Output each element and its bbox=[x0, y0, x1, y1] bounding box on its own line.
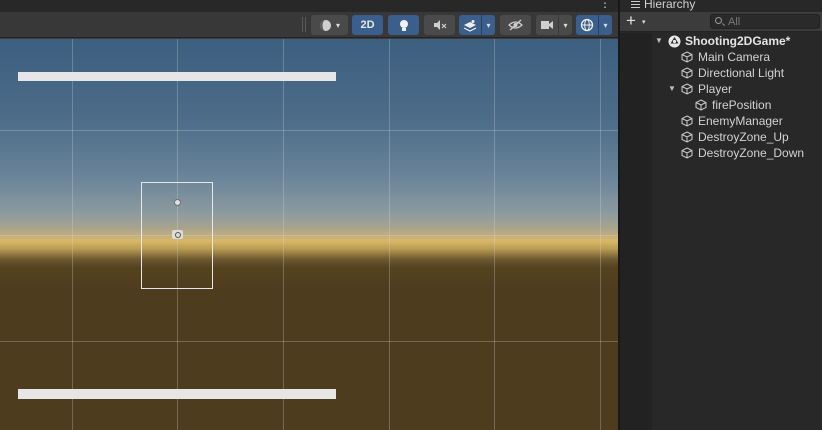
effects-dropdown[interactable]: ▾ bbox=[459, 15, 495, 35]
list-icon bbox=[631, 1, 640, 8]
gameobject-cube-icon bbox=[695, 99, 707, 111]
fire-position-gizmo[interactable] bbox=[174, 199, 181, 206]
tree-item-label: DestroyZone_Down bbox=[698, 146, 805, 160]
gizmos-toggle[interactable] bbox=[576, 15, 598, 35]
expand-arrow-icon[interactable]: ▼ bbox=[668, 81, 676, 97]
lightbulb-icon bbox=[399, 19, 408, 31]
tree-item-fire-position[interactable]: firePosition bbox=[620, 97, 822, 113]
gameobject-cube-icon bbox=[681, 83, 693, 95]
gizmo-globe-icon bbox=[580, 18, 594, 32]
scene-visibility-toggle[interactable] bbox=[500, 15, 531, 35]
scene-toolbar: ▾ 2D ▾ ▾ ▾ bbox=[0, 12, 618, 38]
tree-item-directional-light[interactable]: Directional Light bbox=[620, 65, 822, 81]
2d-mode-toggle[interactable]: 2D bbox=[352, 15, 383, 35]
hidden-eye-icon bbox=[508, 19, 523, 31]
scene-camera-dropdown[interactable]: ▾ bbox=[536, 15, 572, 35]
search-icon bbox=[715, 17, 722, 24]
tree-item-label: DestroyZone_Up bbox=[698, 130, 789, 144]
audio-mute-icon bbox=[433, 20, 446, 30]
gameobject-cube-icon bbox=[681, 147, 693, 159]
gameobject-cube-icon bbox=[681, 131, 693, 143]
gameobject-cube-icon bbox=[681, 67, 693, 79]
tree-item-label: firePosition bbox=[712, 98, 772, 112]
scene-menu-button[interactable]: ⋮ bbox=[599, 0, 611, 9]
gizmos-dropdown[interactable]: ▾ bbox=[576, 15, 612, 35]
unity-scene-icon bbox=[668, 35, 681, 48]
tree-item-player[interactable]: ▼ Player bbox=[620, 81, 822, 97]
search-input[interactable] bbox=[728, 15, 816, 28]
chevron-down-icon[interactable]: ▾ bbox=[598, 15, 612, 35]
gameobject-cube-icon bbox=[681, 115, 693, 127]
scene-tab-bar: ⋮ bbox=[0, 0, 618, 12]
chevron-down-icon: ▾ bbox=[335, 20, 340, 30]
camera-gizmo-icon[interactable] bbox=[172, 230, 183, 239]
tree-item-label: Main Camera bbox=[698, 50, 771, 64]
scene-viewport[interactable] bbox=[0, 39, 618, 430]
chevron-down-icon[interactable]: ▾ bbox=[558, 15, 572, 35]
tree-item-destroy-zone-down[interactable]: DestroyZone_Down bbox=[620, 145, 822, 161]
hierarchy-panel: Hierarchy + ▾ ▼ Shooting2DGame* Main Cam… bbox=[620, 0, 822, 430]
tab-hierarchy[interactable]: Hierarchy bbox=[620, 0, 822, 12]
camera-icon bbox=[541, 21, 553, 29]
tree-item-label: Player bbox=[698, 82, 733, 96]
destroy-zone-down-sprite[interactable] bbox=[18, 389, 336, 399]
scene-camera-toggle[interactable] bbox=[536, 15, 558, 35]
tree-item-scene[interactable]: ▼ Shooting2DGame* bbox=[620, 33, 822, 49]
lighting-toggle[interactable] bbox=[388, 15, 419, 35]
tree-item-label: Shooting2DGame* bbox=[685, 34, 791, 48]
effects-layers-icon bbox=[463, 19, 477, 32]
hierarchy-toolbar: + ▾ bbox=[620, 12, 822, 32]
tree-item-enemy-manager[interactable]: EnemyManager bbox=[620, 113, 822, 129]
tree-item-label: Directional Light bbox=[698, 66, 785, 80]
hierarchy-search[interactable] bbox=[710, 14, 820, 29]
chevron-down-icon[interactable]: ▾ bbox=[642, 18, 646, 26]
scene-view[interactable]: ⋮ ▾ 2D ▾ ▾ ▾ bbox=[0, 0, 618, 430]
scene-grid bbox=[0, 39, 618, 430]
tab-hierarchy-label: Hierarchy bbox=[644, 0, 696, 11]
effects-toggle[interactable] bbox=[459, 15, 481, 35]
tree-item-main-camera[interactable]: Main Camera bbox=[620, 49, 822, 65]
gameobject-cube-icon bbox=[681, 51, 693, 63]
sphere-shading-icon bbox=[319, 19, 331, 31]
shading-mode-dropdown[interactable]: ▾ bbox=[311, 15, 348, 35]
chevron-down-icon[interactable]: ▾ bbox=[481, 15, 495, 35]
tree-item-label: EnemyManager bbox=[698, 114, 783, 128]
add-object-button[interactable]: + bbox=[626, 12, 636, 29]
toolbar-grip bbox=[302, 17, 306, 32]
destroy-zone-up-sprite[interactable] bbox=[18, 72, 336, 81]
audio-toggle[interactable] bbox=[424, 15, 455, 35]
tree-item-destroy-zone-up[interactable]: DestroyZone_Up bbox=[620, 129, 822, 145]
expand-arrow-icon[interactable]: ▼ bbox=[655, 33, 663, 49]
